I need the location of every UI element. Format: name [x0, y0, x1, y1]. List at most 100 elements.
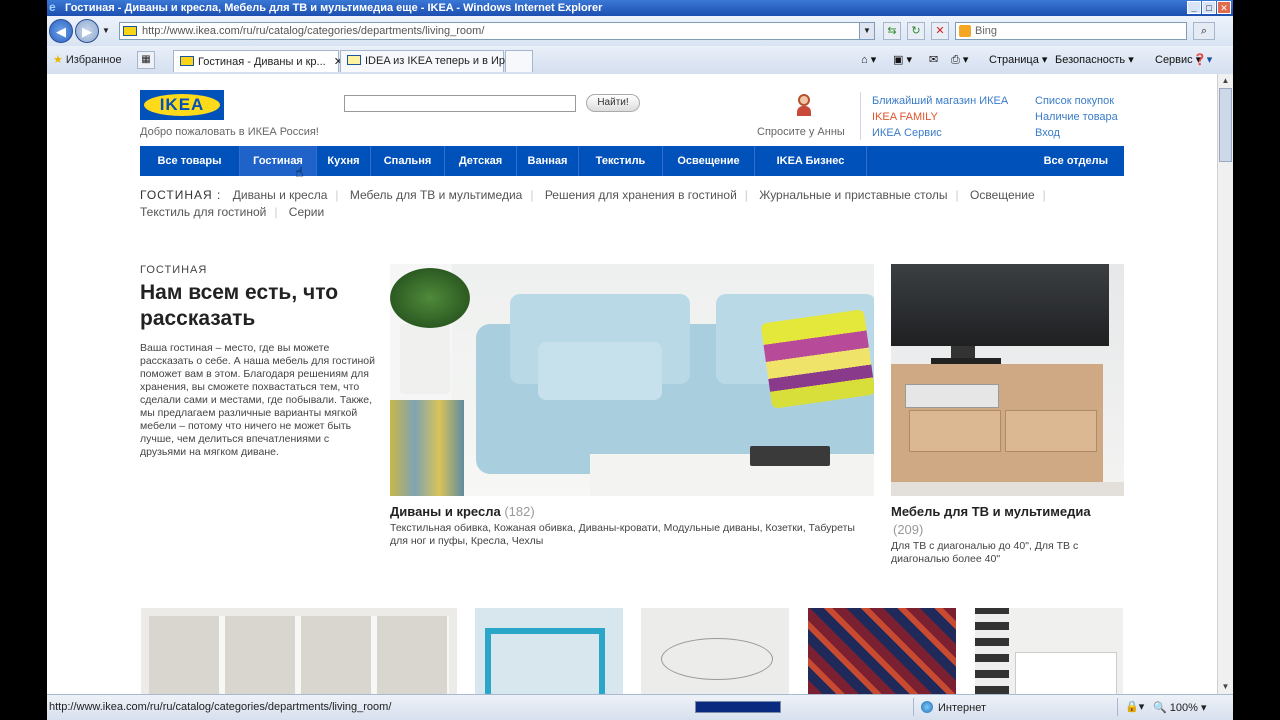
compatibility-icon[interactable]: ⇆ [883, 22, 901, 40]
bing-icon [959, 25, 971, 37]
back-button[interactable]: ◀ [49, 19, 73, 43]
search-box[interactable]: Bing [955, 22, 1187, 40]
series-image[interactable] [975, 608, 1123, 694]
subnav-textiles[interactable]: Текстиль для гостиной [140, 205, 266, 219]
lighting-image[interactable] [641, 608, 789, 694]
search-button[interactable]: Найти! [586, 94, 640, 112]
globe-icon [921, 701, 933, 713]
nav-bathroom[interactable]: Ванная [517, 146, 579, 176]
stock-check-link[interactable]: Наличие товара [1035, 109, 1118, 125]
header-links-col2: Список покупок Наличие товара Вход [1035, 93, 1118, 141]
search-icon[interactable]: ⌕ [1193, 22, 1215, 40]
new-tab-button[interactable] [505, 50, 533, 72]
maximize-button[interactable]: □ [1202, 1, 1216, 14]
history-dropdown-icon[interactable]: ▼ [102, 26, 110, 35]
nav-lighting[interactable]: Освещение [663, 146, 755, 176]
welcome-text: Добро пожаловать в ИКЕА Россия! [140, 126, 319, 138]
safety-menu[interactable]: Безопасность ▾ [1055, 53, 1134, 66]
subnav-tables[interactable]: Журнальные и приставные столы [759, 188, 947, 202]
nav-textiles[interactable]: Текстиль [579, 146, 663, 176]
subnav-tv-media[interactable]: Мебель для ТВ и мультимедиа [350, 188, 523, 202]
title-bar: e Гостиная - Диваны и кресла, Мебель для… [47, 0, 1233, 16]
subnav-lighting[interactable]: Освещение [970, 188, 1035, 202]
login-link[interactable]: Вход [1035, 125, 1118, 141]
nav-kids[interactable]: Детская [445, 146, 517, 176]
search-placeholder: Bing [975, 25, 998, 37]
ask-anna-link[interactable]: Спросите у Анны [757, 126, 845, 138]
vertical-scrollbar[interactable]: ▲ ▼ [1217, 74, 1233, 694]
zoom-level[interactable]: 🔍 100% ▾ [1153, 701, 1206, 714]
subnav-storage[interactable]: Решения для хранения в гостиной [545, 188, 737, 202]
logo-text: IKEA [159, 95, 205, 114]
address-dropdown-icon[interactable]: ▼ [859, 23, 874, 39]
nav-bedroom[interactable]: Спальня [371, 146, 445, 176]
textiles-image[interactable] [808, 608, 956, 694]
ikea-favicon-icon [123, 26, 137, 36]
anna-avatar-icon[interactable] [795, 94, 813, 118]
intro-body: Ваша гостиная – место, где вы можете рас… [140, 342, 375, 458]
page-favicon-icon [347, 55, 361, 65]
favorites-button[interactable]: ★ Избранное [53, 53, 122, 66]
tab-label: IDEA из IKEA теперь и в Ир... [365, 55, 515, 67]
scroll-up-icon[interactable]: ▲ [1218, 74, 1233, 88]
address-toolbar: ◀ ▶ ▼ http://www.ikea.com/ru/ru/catalog/… [47, 16, 1233, 46]
nav-all-products[interactable]: Все товары [140, 146, 240, 176]
scroll-thumb[interactable] [1219, 88, 1232, 162]
scroll-down-icon[interactable]: ▼ [1218, 680, 1233, 694]
nav-all-departments[interactable]: Все отделы [1044, 146, 1108, 176]
ikea-service-link[interactable]: ИКЕА Сервис [872, 125, 1008, 141]
tv-media-image[interactable] [891, 264, 1124, 496]
protected-mode-icon[interactable]: 🔒▾ [1125, 700, 1144, 713]
close-window-button[interactable]: ✕ [1217, 1, 1231, 14]
category-sofas-title[interactable]: Диваны и кресла (182) [390, 504, 535, 519]
category-sofas-desc: Текстильная обивка, Кожаная обивка, Дива… [390, 522, 855, 547]
nav-living-room[interactable]: Гостиная [240, 146, 317, 176]
ie-logo-icon: e [49, 0, 56, 14]
category-tv-desc: Для ТВ с диагональю до 40", Для ТВ с диа… [891, 540, 1079, 565]
nearest-store-link[interactable]: Ближайший магазин ИКЕА [872, 93, 1008, 109]
nav-ikea-business[interactable]: IKEA Бизнес [755, 146, 867, 176]
tab-living-room[interactable]: Гостиная - Диваны и кр... ✕ [173, 50, 343, 72]
browser-window: e Гостиная - Диваны и кресла, Мебель для… [47, 0, 1233, 720]
forward-button[interactable]: ▶ [75, 19, 99, 43]
refresh-icon[interactable]: ↻ [907, 22, 925, 40]
tables-image[interactable] [475, 608, 623, 694]
page-menu[interactable]: Страница ▾ [989, 53, 1047, 66]
header-links-col1: Ближайший магазин ИКЕА IKEA FAMILY ИКЕА … [872, 93, 1008, 141]
address-url[interactable]: http://www.ikea.com/ru/ru/catalog/catego… [142, 25, 484, 37]
main-navigation: Все товары Гостиная Кухня Спальня Детска… [140, 146, 1124, 176]
category-subnav: ГОСТИНАЯ : Диваны и кресла | Мебель для Т… [140, 188, 1046, 219]
tab-idea[interactable]: IDEA из IKEA теперь и в Ир... [340, 50, 514, 72]
quick-tabs-icon[interactable]: ▦ [137, 51, 155, 69]
tab-label: Гостиная - Диваны и кр... [198, 56, 326, 68]
sofas-image[interactable] [390, 264, 874, 496]
subnav-series[interactable]: Серии [289, 205, 324, 219]
ikea-logo[interactable]: IKEA [140, 90, 224, 120]
subnav-sofas[interactable]: Диваны и кресла [233, 188, 328, 202]
print-icon[interactable]: ⎙ ▾ [951, 53, 968, 67]
address-bar[interactable]: http://www.ikea.com/ru/ru/catalog/catego… [119, 22, 875, 40]
nav-kitchen[interactable]: Кухня [317, 146, 371, 176]
tab-toolbar: ★ Избранное ▦ Гостиная - Диваны и кр... ✕ … [47, 46, 1233, 75]
subnav-section: ГОСТИНАЯ : [140, 188, 222, 202]
mail-icon[interactable]: ✉ [929, 53, 938, 66]
security-zone: Интернет [921, 701, 986, 714]
ikea-family-link[interactable]: IKEA FAMILY [872, 109, 1008, 125]
minimize-button[interactable]: _ [1187, 1, 1201, 14]
progress-bar [695, 701, 781, 713]
intro-kicker: ГОСТИНАЯ [140, 264, 208, 276]
category-tv-title[interactable]: Мебель для ТВ и мультимедиа [891, 504, 1091, 519]
category-count: (182) [504, 504, 535, 519]
window-title: Гостиная - Диваны и кресла, Мебель для Т… [65, 2, 603, 14]
status-bar: http://www.ikea.com/ru/ru/catalog/catego… [47, 694, 1233, 720]
favorites-label: Избранное [65, 54, 122, 66]
home-icon[interactable]: ⌂ ▾ [861, 53, 876, 66]
site-search-input[interactable] [344, 95, 576, 112]
stop-icon[interactable]: ✕ [931, 22, 949, 40]
star-icon: ★ [53, 54, 63, 66]
feeds-icon[interactable]: ▣ ▾ [893, 53, 912, 66]
web-page: IKEA Добро пожаловать в ИКЕА Россия! Най… [47, 74, 1217, 694]
storage-image[interactable] [141, 608, 457, 694]
shopping-list-link[interactable]: Список покупок [1035, 93, 1118, 109]
help-icon[interactable]: ❓▾ [1193, 53, 1212, 66]
